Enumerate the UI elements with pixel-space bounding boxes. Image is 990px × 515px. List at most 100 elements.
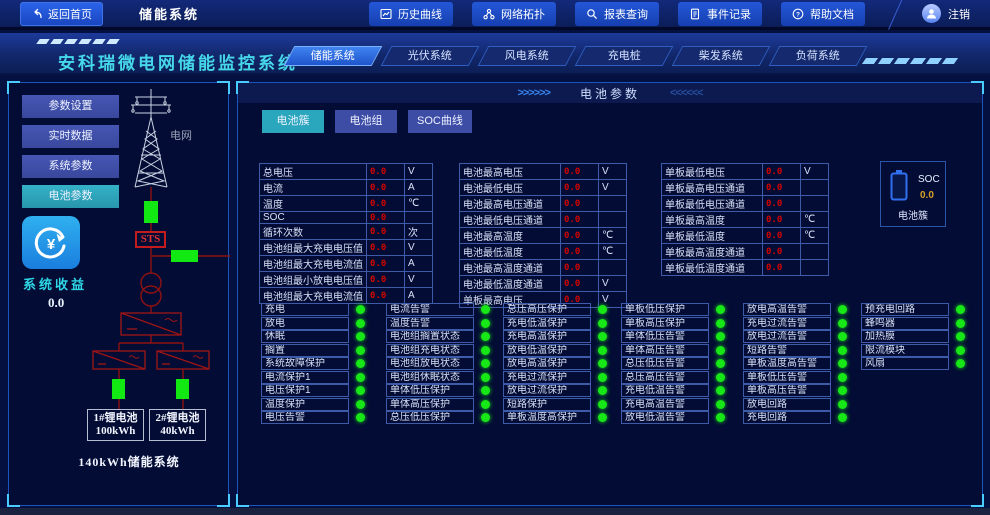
status-row: 放电低温告警: [621, 411, 725, 425]
status-green-indicator: [481, 332, 490, 341]
table-row: 单板最高电压通道 0.0: [662, 180, 829, 196]
param-label: 循环次数: [260, 224, 367, 240]
status-green-indicator: [356, 373, 365, 382]
network-topology-button[interactable]: 网络拓扑: [472, 2, 556, 26]
param-value: 0.0: [367, 164, 405, 180]
param-label: 电池组最小放电电压值: [260, 272, 367, 288]
status-label: 总压低压告警: [621, 357, 709, 370]
nav-tab-wind[interactable]: 风电系统: [478, 46, 577, 66]
chevrons-left-decoration: >>>>>>: [517, 87, 550, 99]
tab-battery-cluster[interactable]: 电池簇: [262, 110, 324, 133]
param-label: 单板最高温度: [662, 212, 763, 228]
sidebar-item-battery-params[interactable]: 电池参数: [22, 185, 119, 208]
status-row: 电压告警: [261, 411, 365, 425]
param-label: 电池最高电压: [460, 164, 561, 180]
history-curve-button[interactable]: 历史曲线: [369, 2, 453, 26]
nav-tab-charger[interactable]: 充电桩: [575, 46, 674, 66]
nav-tab-load[interactable]: 负荷系统: [769, 46, 868, 66]
status-green-indicator: [598, 373, 607, 382]
status-green-indicator: [598, 359, 607, 368]
param-value: 0.0: [561, 228, 599, 244]
param-value: 0.0: [367, 180, 405, 196]
status-green-indicator: [598, 332, 607, 341]
status-row: 电池组放电状态: [386, 357, 490, 371]
status-row: 放电低温保护: [503, 344, 607, 358]
status-label: 电池组搁置状态: [386, 330, 474, 343]
status-row: 总压低压保护: [386, 411, 490, 425]
nav-tab-pv[interactable]: 光伏系统: [381, 46, 480, 66]
table-row: 电池组最大充电电流值 0.0 A: [260, 288, 433, 304]
status-row: 放电过流保护: [503, 384, 607, 398]
param-value: 0.0: [561, 260, 599, 276]
status-green-indicator: [481, 305, 490, 314]
sidebar-item-realtime-data[interactable]: 实时数据: [22, 125, 119, 148]
stripes-decoration-right: [864, 58, 956, 64]
event-log-button[interactable]: 事件记录: [678, 2, 762, 26]
nav-tab-diesel[interactable]: 柴发系统: [672, 46, 771, 66]
param-unit: ℃: [801, 212, 829, 228]
table-row: 电池最低温度通道 0.0 V: [460, 276, 627, 292]
back-home-button[interactable]: 返回首页: [20, 2, 103, 26]
status-green-indicator: [716, 319, 725, 328]
status-green-indicator: [838, 400, 847, 409]
param-unit: ℃: [599, 228, 627, 244]
event-log-icon: [689, 8, 701, 20]
table-row: SOC 0.0: [260, 212, 433, 224]
status-label: 电池组充电状态: [386, 344, 474, 357]
status-green-indicator: [716, 346, 725, 355]
status-row: 短路告警: [743, 344, 847, 358]
table-row: 电池组最小放电电压值 0.0 V: [260, 272, 433, 288]
status-green-indicator: [356, 332, 365, 341]
status-label: 单板高压保护: [621, 317, 709, 330]
tab-battery-pack[interactable]: 电池组: [335, 110, 397, 133]
status-label: 电池组放电状态: [386, 357, 474, 370]
status-green-indicator: [598, 319, 607, 328]
status-row: 单板高压保护: [621, 317, 725, 331]
param-unit: A: [405, 180, 433, 196]
nav-tab-storage[interactable]: 储能系统: [284, 46, 383, 66]
page-title: 储能系统: [139, 4, 199, 23]
param-value: 0.0: [561, 276, 599, 292]
table-row: 电池最低温度 0.0 ℃: [460, 244, 627, 260]
param-value: 0.0: [561, 196, 599, 212]
status-row: 温度保护: [261, 398, 365, 412]
sidebar-item-system-params[interactable]: 系统参数: [22, 155, 119, 178]
back-home-label: 返回首页: [48, 6, 92, 22]
param-label: SOC: [260, 212, 367, 224]
status-label: 电流保护1: [261, 371, 349, 384]
system-revenue-value: 0.0: [48, 295, 64, 311]
tab-soc-curve[interactable]: SOC曲线: [408, 110, 472, 133]
param-label: 温度: [260, 196, 367, 212]
param-unit: ℃: [405, 196, 433, 212]
user-logout[interactable]: 注销: [922, 4, 970, 23]
status-row: 加热膜: [861, 330, 965, 344]
status-label: 加热膜: [861, 330, 949, 343]
status-green-indicator: [356, 346, 365, 355]
report-query-label: 报表查询: [604, 6, 648, 22]
param-unit: V: [405, 164, 433, 180]
battery2-box: 2#锂电池 40kWh: [149, 409, 206, 441]
status-row: 蜂鸣器: [861, 317, 965, 331]
status-row: 电池组充电状态: [386, 344, 490, 358]
status-row: 风扇: [861, 357, 965, 371]
status-row: 电流告警: [386, 303, 490, 317]
param-label: 电池最低温度通道: [460, 276, 561, 292]
report-query-button[interactable]: 报表查询: [575, 2, 659, 26]
status-green-indicator: [716, 400, 725, 409]
status-column-4: 单板低压保护 单板高压保护 单体低压告警 单体高压告警: [621, 303, 725, 425]
table-row: 电池最高温度 0.0 ℃: [460, 228, 627, 244]
sidebar-item-param-settings[interactable]: 参数设置: [22, 95, 119, 118]
status-label: 放电: [261, 317, 349, 330]
section-title: 电池参数: [580, 85, 640, 102]
param-unit: [801, 180, 829, 196]
status-row: 放电: [261, 317, 365, 331]
status-green-indicator: [356, 305, 365, 314]
table-row: 单板最低温度 0.0 ℃: [662, 228, 829, 244]
help-docs-button[interactable]: ? 帮助文档: [781, 2, 865, 26]
status-label: 充电回路: [743, 411, 831, 424]
status-label: 充电低温告警: [621, 384, 709, 397]
param-value: 0.0: [367, 240, 405, 256]
inverter-symbols: [93, 313, 209, 369]
battery-view-tabs: 电池簇 电池组 SOC曲线: [262, 110, 472, 133]
status-row: 温度告警: [386, 317, 490, 331]
